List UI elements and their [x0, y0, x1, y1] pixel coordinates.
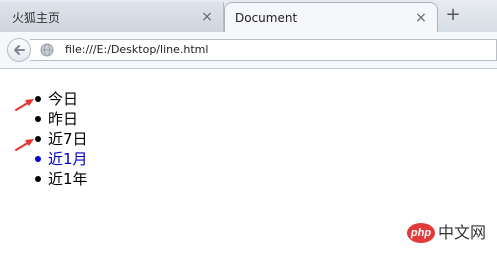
new-tab-button[interactable]: + [444, 6, 462, 24]
close-icon[interactable]: × [201, 10, 213, 24]
tab-title: Document [235, 10, 298, 25]
list-item-label: 昨日 [48, 110, 79, 128]
list-item-label: 近1年 [48, 170, 88, 188]
bullet [35, 156, 41, 162]
back-button[interactable] [7, 38, 31, 62]
site-watermark: php 中文网 [407, 221, 495, 247]
url-bar[interactable]: file:///E:/Desktop/line.html [30, 39, 497, 61]
watermark-text: 中文网 [438, 223, 487, 242]
red-arrow-icon [15, 99, 34, 111]
tab-title: 火狐主页 [12, 10, 61, 25]
url-text: file:///E:/Desktop/line.html [65, 43, 209, 56]
list-item-label: 近1月 [48, 150, 88, 168]
tab-document[interactable]: Document × [224, 2, 438, 32]
red-arrow-icon [15, 139, 34, 151]
list-item-label: 今日 [48, 90, 79, 108]
list-item-label: 近7日 [48, 130, 88, 148]
watermark-logo: php [407, 223, 435, 243]
navigation-bar: file:///E:/Desktop/line.html [0, 32, 497, 69]
bullet [35, 116, 41, 122]
tab-strip: 火狐主页 × Document × + [0, 0, 497, 32]
globe-icon [40, 43, 54, 57]
tab-firefox-home[interactable]: 火狐主页 × [0, 2, 224, 32]
back-arrow-icon [14, 45, 25, 55]
bullet [35, 176, 41, 182]
close-icon[interactable]: × [415, 11, 427, 25]
